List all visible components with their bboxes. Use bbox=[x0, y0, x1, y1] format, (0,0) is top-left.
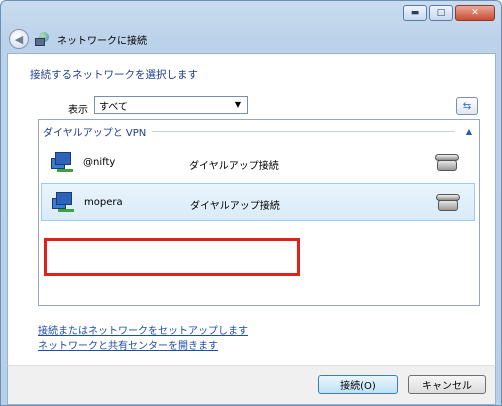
page-heading: 接続するネットワークを選択します bbox=[30, 69, 198, 81]
collapse-icon[interactable]: ▲ bbox=[463, 127, 475, 136]
list-item-selected[interactable]: mopera ダイヤルアップ接続 bbox=[41, 183, 475, 221]
minimize-button[interactable]: ▬ bbox=[403, 5, 427, 21]
maximize-button[interactable]: □ bbox=[429, 5, 453, 21]
window-controls: ▬ □ ✕ bbox=[403, 5, 495, 21]
dialup-connection-icon bbox=[52, 192, 76, 214]
dialup-connection-icon bbox=[51, 152, 75, 174]
back-arrow-icon: ◀ bbox=[14, 32, 24, 46]
show-filter-dropdown[interactable]: すべて ▼ bbox=[94, 96, 248, 114]
connection-name: @nifty bbox=[83, 157, 116, 168]
group-title: ダイヤルアップと VPN bbox=[43, 127, 147, 139]
navigation-bar: ◀ ネットワークに接続 bbox=[9, 27, 147, 51]
button-bar: 接続(O) キャンセル bbox=[7, 365, 496, 405]
phone-icon bbox=[435, 152, 459, 172]
cancel-button[interactable]: キャンセル bbox=[408, 375, 486, 394]
connection-type: ダイヤルアップ接続 bbox=[189, 161, 279, 172]
chevron-down-icon: ▼ bbox=[234, 100, 241, 109]
group-divider bbox=[152, 130, 455, 132]
refresh-button[interactable]: ⇆ bbox=[456, 97, 478, 115]
connection-name: mopera bbox=[84, 197, 123, 208]
show-filter-value: すべて bbox=[99, 101, 128, 113]
setup-connection-link[interactable]: 接続またはネットワークをセットアップします bbox=[38, 322, 248, 337]
connect-button[interactable]: 接続(O) bbox=[318, 375, 398, 394]
list-item[interactable]: @nifty ダイヤルアップ接続 bbox=[41, 144, 475, 182]
content-panel: 接続するネットワークを選択します 表示 すべて ▼ ⇆ ダイヤルアップと VPN… bbox=[7, 53, 496, 366]
title-bar: ▬ □ ✕ bbox=[1, 1, 501, 27]
back-button[interactable]: ◀ bbox=[9, 29, 29, 49]
network-center-link[interactable]: ネットワークと共有センターを開きます bbox=[38, 337, 218, 352]
dialog-window: ▬ □ ✕ ◀ ネットワークに接続 接続するネットワークを選択します 表示 すべ… bbox=[0, 0, 502, 406]
phone-icon bbox=[436, 192, 460, 212]
group-header: ダイヤルアップと VPN ▲ bbox=[43, 124, 475, 139]
show-label: 表示 bbox=[68, 105, 88, 116]
window-title: ネットワークに接続 bbox=[57, 35, 147, 47]
close-button[interactable]: ✕ bbox=[455, 5, 495, 21]
selection-highlight-box bbox=[44, 238, 300, 276]
network-globe-icon bbox=[35, 32, 51, 46]
network-list: ダイヤルアップと VPN ▲ @nifty ダイヤルアップ接続 mopera ダ… bbox=[38, 119, 480, 306]
refresh-icon: ⇆ bbox=[462, 100, 472, 112]
connection-type: ダイヤルアップ接続 bbox=[190, 201, 280, 212]
